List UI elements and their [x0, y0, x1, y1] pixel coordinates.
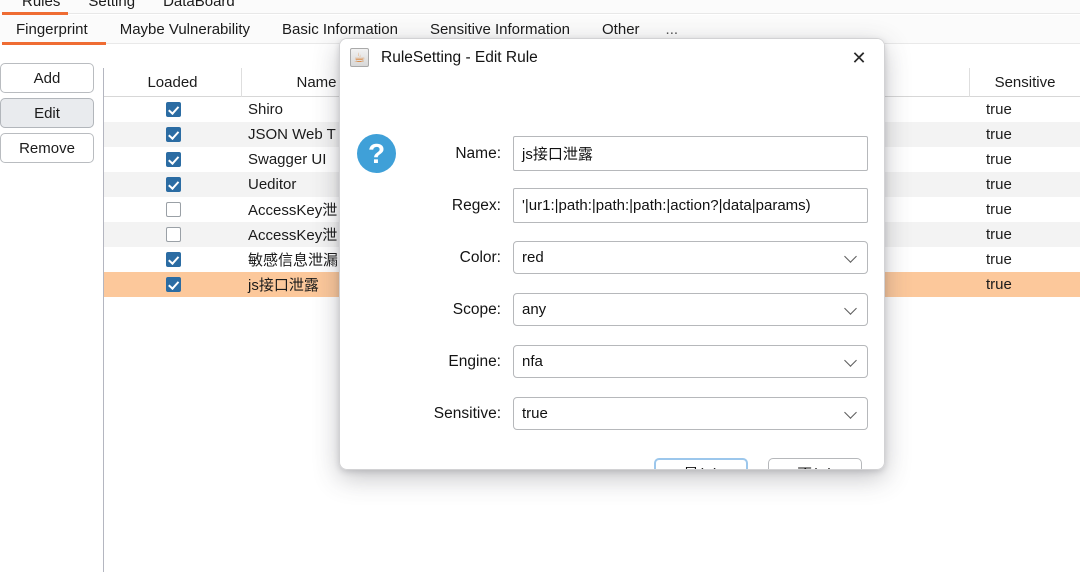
label-name: Name:: [455, 144, 501, 162]
color-selected-value: red: [522, 249, 544, 266]
form-row-regex: Regex: '|ur1:|path:|path:|path:|action?|d…: [418, 188, 873, 223]
scope-selected-value: any: [522, 301, 547, 318]
regex-input[interactable]: '|ur1:|path:|path:|path:|action?|data|pa…: [513, 188, 868, 223]
dialog-button-row: 是(Y) 否(N): [340, 458, 884, 470]
add-button[interactable]: Add: [0, 63, 94, 93]
form-row-scope: Scope: any: [418, 292, 873, 327]
top-tab-databoard[interactable]: DataBoard: [149, 0, 249, 10]
loaded-checkbox[interactable]: [165, 127, 181, 142]
cell-loaded: [104, 172, 242, 197]
tab-active-underline: [2, 42, 106, 45]
cell-sensitive: true: [986, 276, 1012, 293]
form-row-color: Color: red: [418, 240, 873, 275]
column-header-loaded[interactable]: Loaded: [104, 68, 242, 97]
edit-button[interactable]: Edit: [0, 98, 94, 128]
sensitive-select[interactable]: true: [513, 397, 868, 430]
tab-fingerprint[interactable]: Fingerprint: [0, 15, 104, 44]
rule-action-buttons: Add Edit Remove: [0, 63, 96, 168]
column-header-sensitive[interactable]: Sensitive: [970, 68, 1080, 97]
cell-sensitive: true: [986, 251, 1012, 268]
cancel-no-label: 否(N): [797, 463, 833, 470]
top-tab-strip-row: Rules Setting DataBoard: [0, 0, 1080, 14]
cell-sensitive: true: [986, 151, 1012, 168]
label-regex: Regex:: [451, 196, 501, 214]
loaded-checkbox[interactable]: [165, 102, 181, 117]
cell-loaded: [104, 197, 242, 222]
loaded-checkbox[interactable]: [165, 227, 181, 242]
remove-button[interactable]: Remove: [0, 133, 94, 163]
chevron-down-icon[interactable]: [844, 301, 857, 315]
cell-sensitive: true: [986, 226, 1012, 243]
scope-select[interactable]: any: [513, 293, 868, 326]
top-tab-setting[interactable]: Setting: [74, 0, 149, 10]
label-engine: Engine:: [448, 352, 501, 370]
label-color: Color:: [459, 248, 501, 266]
dialog-title: RuleSetting - Edit Rule: [381, 48, 538, 66]
form-row-engine: Engine: nfa: [418, 344, 873, 379]
sensitive-selected-value: true: [522, 405, 548, 422]
cell-loaded: [104, 97, 242, 122]
form-row-name: Name: js接口泄露: [418, 136, 873, 171]
close-icon[interactable]: ✕: [848, 47, 870, 69]
label-scope: Scope:: [452, 300, 501, 318]
top-tab-baseline: [68, 13, 1080, 14]
cell-sensitive: true: [986, 126, 1012, 143]
confirm-yes-label: 是(Y): [683, 463, 718, 470]
loaded-checkbox[interactable]: [165, 252, 181, 267]
name-input[interactable]: js接口泄露: [513, 136, 868, 171]
edit-rule-dialog: ☕ RuleSetting - Edit Rule ✕ ? Name: js接口泄…: [339, 38, 885, 470]
engine-selected-value: nfa: [522, 353, 543, 370]
cell-loaded: [104, 122, 242, 147]
cell-sensitive: true: [986, 101, 1012, 118]
cancel-no-button[interactable]: 否(N): [768, 458, 862, 470]
color-select[interactable]: red: [513, 241, 868, 274]
cell-loaded: [104, 272, 242, 297]
application-window: Rules Setting DataBoard Fingerprint Mayb…: [0, 0, 1080, 572]
rule-form: Name: js接口泄露 Regex: '|ur1:|path:|path:|path…: [418, 136, 873, 448]
loaded-checkbox[interactable]: [165, 177, 181, 192]
question-mark-icon: ?: [357, 134, 396, 173]
cell-sensitive: true: [986, 201, 1012, 218]
engine-select[interactable]: nfa: [513, 345, 868, 378]
cell-loaded: [104, 147, 242, 172]
java-coffee-icon: ☕: [350, 48, 369, 67]
top-tab-strip-clipped: Rules Setting DataBoard: [0, 0, 1080, 14]
top-tab-rules[interactable]: Rules: [8, 0, 74, 10]
form-row-sensitive: Sensitive: true: [418, 396, 873, 431]
chevron-down-icon[interactable]: [844, 353, 857, 367]
cell-loaded: [104, 247, 242, 272]
confirm-yes-button[interactable]: 是(Y): [654, 458, 748, 470]
label-sensitive: Sensitive:: [433, 404, 501, 422]
dialog-title-bar: ☕ RuleSetting - Edit Rule ✕: [340, 39, 884, 76]
chevron-down-icon[interactable]: [844, 249, 857, 263]
cell-sensitive: true: [986, 176, 1012, 193]
loaded-checkbox[interactable]: [165, 202, 181, 217]
chevron-down-icon[interactable]: [844, 405, 857, 419]
tab-maybe-vulnerability[interactable]: Maybe Vulnerability: [104, 15, 266, 44]
cell-loaded: [104, 222, 242, 247]
loaded-checkbox[interactable]: [165, 152, 181, 167]
loaded-checkbox[interactable]: [165, 277, 181, 292]
